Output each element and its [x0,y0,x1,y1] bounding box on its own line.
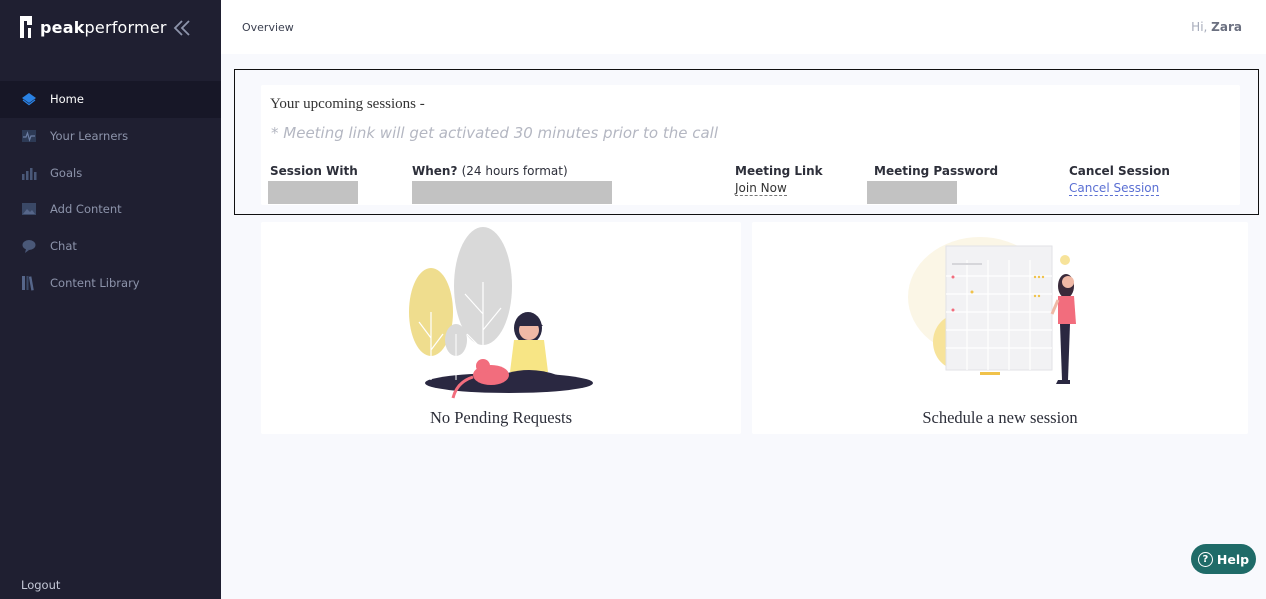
library-icon [21,275,37,291]
sidebar: peakperformer Home Your Learners Goals A… [0,0,221,599]
pending-requests-label: No Pending Requests [429,408,573,427]
sidebar-item-label: Your Learners [50,129,129,144]
redacted-session-with [268,181,358,204]
join-now-link[interactable]: Join Now [735,181,787,196]
page-title: Overview [242,21,294,34]
upcoming-sessions-card: Your upcoming sessions - * Meeting link … [261,85,1240,205]
sidebar-item-content-library[interactable]: Content Library [0,264,221,301]
question-mark-icon: ? [1197,551,1213,567]
top-header: Overview Hi, Zara [221,0,1266,54]
sidebar-item-label: Goals [50,165,83,180]
sidebar-item-label: Content Library [50,275,140,290]
column-header-when-sub: (24 hours format) [461,164,568,178]
sidebar-item-your-learners[interactable]: Your Learners [0,118,221,155]
woman-with-cat-illustration [409,227,593,399]
greeting-prefix: Hi, [1191,20,1208,34]
redacted-session-time [412,181,612,204]
column-header-when-label: When? [412,164,458,178]
column-header-cancel-session: Cancel Session [1069,164,1170,178]
sidebar-nav: Home Your Learners Goals Add Content Cha… [0,81,221,301]
brand-name: peakperformer [40,17,167,37]
user-greeting[interactable]: Hi, Zara [1191,20,1242,34]
brand[interactable]: peakperformer [20,16,167,38]
sessions-title: Your upcoming sessions - [270,96,425,112]
sidebar-item-label: Add Content [50,202,122,217]
redacted-meeting-password [867,181,957,204]
column-header-when: When? (24 hours format) [412,164,568,178]
logout-link[interactable]: Logout [21,578,60,592]
brand-logo-icon [20,16,32,38]
schedule-session-card[interactable]: Schedule a new session [752,222,1248,434]
column-header-meeting-password: Meeting Password [874,164,999,178]
column-header-session-with: Session With [270,164,358,178]
sessions-note: * Meeting link will get activated 30 min… [271,124,718,142]
collapse-sidebar-icon[interactable] [172,18,192,38]
column-header-meeting-link: Meeting Link [735,164,823,178]
schedule-session-label: Schedule a new session [922,408,1078,427]
layers-icon [21,91,37,107]
help-button[interactable]: ? Help [1191,544,1256,574]
sidebar-item-label: Home [50,92,84,107]
cancel-session-link[interactable]: Cancel Session [1069,181,1160,196]
sidebar-item-home[interactable]: Home [0,81,221,118]
sidebar-item-add-content[interactable]: Add Content [0,191,221,228]
chat-bubble-icon [21,238,37,254]
user-name: Zara [1211,20,1242,34]
bar-chart-icon [21,165,37,181]
sidebar-item-chat[interactable]: Chat [0,228,221,265]
pending-requests-card[interactable]: No Pending Requests [261,222,741,434]
pulse-chart-icon [21,128,37,144]
sidebar-item-label: Chat [50,239,77,254]
sidebar-item-goals[interactable]: Goals [0,154,221,191]
help-label: Help [1216,551,1250,567]
image-icon [21,201,37,217]
woman-with-calendar-illustration [908,237,1076,384]
